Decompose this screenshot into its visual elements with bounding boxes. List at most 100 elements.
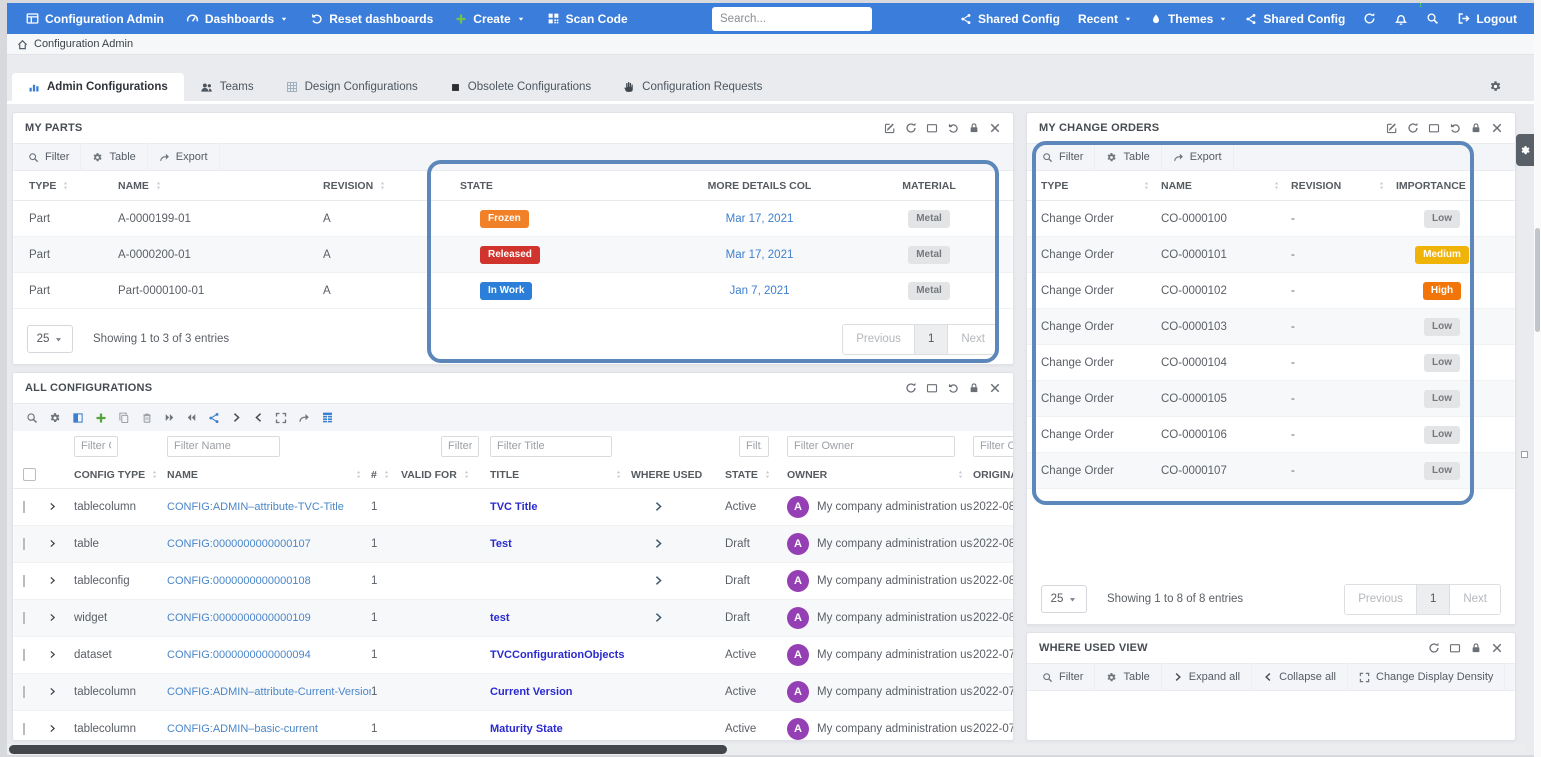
row-checkbox[interactable] [23, 575, 25, 587]
name-link[interactable]: CONFIG:0000000000000108 [167, 575, 371, 587]
columns-icon[interactable] [72, 412, 84, 424]
expand-icon[interactable] [275, 412, 287, 424]
tab-teams[interactable]: Teams [184, 73, 270, 101]
breadcrumb-label[interactable]: Configuration Admin [34, 38, 133, 50]
table-row[interactable]: Part Part-0000100-01 A In Work Jan 7, 20… [13, 273, 1013, 309]
filter-config-type-input[interactable] [74, 436, 118, 457]
window-icon[interactable] [926, 382, 938, 394]
window-icon[interactable] [1428, 122, 1440, 134]
edit-icon[interactable] [1386, 122, 1398, 134]
table-row[interactable]: Change Order CO-0000107 - Low [1027, 453, 1515, 489]
title-link[interactable]: Current Version [490, 686, 631, 698]
title-link[interactable]: Maturity State [490, 723, 631, 735]
vertical-scrollbar[interactable] [1534, 0, 1541, 757]
change-display-density-button[interactable]: Change Display Density [1348, 663, 1505, 691]
lock-icon[interactable] [968, 382, 980, 394]
table-row[interactable]: tableconfig CONFIG:0000000000000108 1 Dr… [13, 563, 1013, 600]
table-button[interactable]: Table [1095, 663, 1161, 691]
nav-logout[interactable]: Logout [1448, 3, 1526, 34]
previous-page-button[interactable]: Previous [1345, 585, 1416, 614]
next-page-button[interactable]: Next [947, 325, 998, 354]
date-link[interactable]: Mar 17, 2021 [726, 213, 794, 225]
nav-scan-code[interactable]: Scan Code [538, 3, 637, 34]
current-page-button[interactable]: 1 [914, 325, 947, 354]
expand-chevron-icon[interactable] [48, 576, 57, 585]
chevron-left-icon[interactable] [253, 412, 264, 423]
tab-design-configurations[interactable]: Design Configurations [270, 73, 434, 101]
table-button[interactable]: Table [81, 143, 147, 171]
window-icon[interactable] [926, 122, 938, 134]
undo-icon[interactable] [947, 382, 959, 394]
undo-icon[interactable] [947, 122, 959, 134]
name-link[interactable]: CONFIG:ADMIN–basic-current [167, 723, 371, 735]
export-button[interactable]: Export [1162, 143, 1234, 171]
nav-dashboards[interactable]: Dashboards [177, 3, 297, 34]
name-link[interactable]: CONFIG:0000000000000107 [167, 538, 371, 550]
current-page-button[interactable]: 1 [1416, 585, 1449, 614]
nav-reset-dashboards[interactable]: Reset dashboards [301, 3, 442, 34]
next-page-button[interactable]: Next [1449, 585, 1500, 614]
column-header[interactable]: TITLE [490, 469, 631, 481]
share-icon[interactable] [208, 412, 220, 424]
date-link[interactable]: Jan 7, 2021 [729, 285, 789, 297]
column-header[interactable]: MATERIAL [879, 180, 979, 192]
table-row[interactable]: Change Order CO-0000100 - Low [1027, 201, 1515, 237]
nav-notifications-button[interactable]: ! [1385, 3, 1417, 34]
tab-admin-configurations[interactable]: Admin Configurations [12, 73, 184, 101]
resize-handle[interactable] [1521, 451, 1528, 458]
page-size-select[interactable]: 25 [27, 325, 73, 353]
column-header[interactable]: NAME [167, 469, 371, 481]
edit-icon[interactable] [884, 122, 896, 134]
filter-originated-input[interactable] [973, 436, 1014, 457]
table-row[interactable]: tablecolumn CONFIG:ADMIN–attribute-Curre… [13, 674, 1013, 711]
export-button[interactable]: Export [1505, 663, 1516, 691]
copy-icon[interactable] [118, 412, 130, 424]
name-link[interactable]: CONFIG:0000000000000109 [167, 612, 371, 624]
row-checkbox[interactable] [23, 723, 25, 735]
table-row[interactable]: table CONFIG:0000000000000107 1 Test Dra… [13, 526, 1013, 563]
table-row[interactable]: tablecolumn CONFIG:ADMIN–basic-current 1… [13, 711, 1013, 741]
column-header[interactable]: STATE [460, 180, 640, 192]
expand-all-button[interactable]: Expand all [1162, 663, 1252, 691]
nav-configuration-admin[interactable]: Configuration Admin [17, 3, 173, 34]
fast-forward-icon[interactable] [164, 412, 175, 423]
vertical-scrollbar-thumb[interactable] [1535, 228, 1540, 332]
lock-icon[interactable] [1470, 122, 1482, 134]
filter-title-input[interactable] [490, 436, 612, 457]
refresh-icon[interactable] [1428, 642, 1440, 654]
title-link[interactable]: TVC Title [490, 501, 631, 513]
expand-chevron-icon[interactable] [48, 687, 57, 696]
row-checkbox[interactable] [23, 686, 25, 698]
filter-valid-for-input[interactable] [441, 436, 479, 457]
refresh-icon[interactable] [1407, 122, 1419, 134]
nav-refresh-button[interactable] [1354, 3, 1385, 34]
row-checkbox[interactable] [23, 501, 25, 513]
table-row[interactable]: dataset CONFIG:0000000000000094 1 TVCCon… [13, 637, 1013, 674]
gear-icon[interactable] [1489, 80, 1502, 93]
column-header[interactable]: REVISION [1291, 180, 1396, 192]
column-header[interactable]: CONFIG TYPE [74, 469, 167, 481]
column-header[interactable]: NAME [118, 180, 323, 192]
nav-recent[interactable]: Recent [1069, 3, 1141, 34]
column-header[interactable]: NAME [1161, 180, 1291, 192]
name-link[interactable]: CONFIG:ADMIN–attribute-TVC-Title [167, 501, 371, 513]
title-link[interactable]: Test [490, 538, 631, 550]
search-icon[interactable] [26, 412, 38, 424]
table-row[interactable]: Change Order CO-0000105 - Low [1027, 381, 1515, 417]
table-icon[interactable] [321, 411, 334, 424]
nav-shared-config-2[interactable]: Shared Config [1236, 3, 1354, 34]
table-row[interactable]: Change Order CO-0000102 - High [1027, 273, 1515, 309]
column-header[interactable]: OWNER [787, 469, 973, 481]
column-header[interactable]: # [371, 469, 401, 481]
horizontal-scrollbar[interactable] [7, 744, 1527, 755]
horizontal-scrollbar-thumb[interactable] [9, 745, 727, 754]
close-icon[interactable] [989, 382, 1001, 394]
table-row[interactable]: tablecolumn CONFIG:ADMIN–attribute-TVC-T… [13, 489, 1013, 526]
name-link[interactable]: CONFIG:0000000000000094 [167, 649, 371, 661]
window-icon[interactable] [1449, 642, 1461, 654]
where-used-chevron-icon[interactable] [653, 612, 664, 623]
rewind-icon[interactable] [186, 412, 197, 423]
column-header[interactable]: MORE DETAILS COL [640, 180, 879, 192]
expand-chevron-icon[interactable] [48, 539, 57, 548]
select-all-checkbox[interactable] [23, 468, 36, 481]
